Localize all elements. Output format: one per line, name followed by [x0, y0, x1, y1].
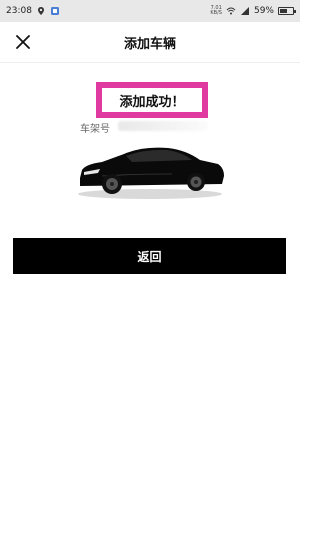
car-shadow	[78, 189, 222, 199]
status-time: 23:08	[6, 6, 32, 16]
header-divider	[0, 62, 300, 63]
battery-fill	[280, 9, 288, 13]
app-notification-icon	[50, 7, 59, 15]
success-message: 添加成功！	[119, 94, 185, 110]
status-left: 23:08	[6, 6, 60, 16]
location-icon	[37, 7, 44, 15]
status-bar: 23:08 7.01 KB/S 59%	[0, 0, 300, 22]
back-button[interactable]: 返回	[13, 238, 286, 274]
page-header: 添加车辆	[0, 22, 300, 62]
wifi-icon	[226, 7, 236, 15]
status-right: 7.01 KB/S 59%	[210, 6, 296, 16]
battery-icon	[278, 7, 296, 15]
close-button[interactable]	[14, 33, 32, 51]
net-speed-unit: KB/S	[210, 10, 222, 16]
battery-percent: 59%	[253, 6, 274, 16]
page-title: 添加车辆	[123, 36, 176, 52]
net-speed: 7.01 KB/S	[210, 6, 222, 16]
car-image	[78, 147, 224, 199]
success-highlight: 添加成功！	[96, 82, 208, 118]
vin-value-redacted	[118, 121, 208, 131]
signal-icon	[240, 7, 249, 15]
close-icon	[16, 35, 30, 49]
